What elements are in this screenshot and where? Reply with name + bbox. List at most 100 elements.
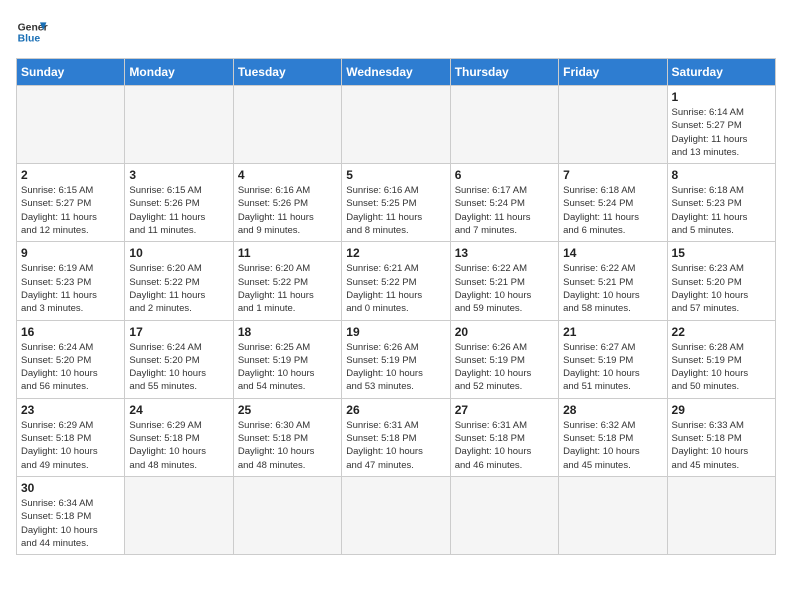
day-number: 29 bbox=[672, 403, 771, 417]
calendar-cell: 2Sunrise: 6:15 AM Sunset: 5:27 PM Daylig… bbox=[17, 164, 125, 242]
day-info: Sunrise: 6:17 AM Sunset: 5:24 PM Dayligh… bbox=[455, 184, 554, 237]
day-info: Sunrise: 6:24 AM Sunset: 5:20 PM Dayligh… bbox=[21, 341, 120, 394]
calendar-cell: 6 Sunrise: 6:17 AM Sunset: 5:24 PM Daylig… bbox=[450, 164, 558, 242]
calendar-cell bbox=[342, 86, 450, 164]
calendar-cell bbox=[233, 86, 341, 164]
day-number: 12 bbox=[346, 246, 445, 260]
day-info: Sunrise: 6:16 AM Sunset: 5:26 PM Dayligh… bbox=[238, 184, 337, 237]
calendar-cell bbox=[450, 86, 558, 164]
calendar-cell: 13 Sunrise: 6:22 AM Sunset: 5:21 PM Dayli… bbox=[450, 242, 558, 320]
calendar-cell: 27 Sunrise: 6:31 AM Sunset: 5:18 PM Dayli… bbox=[450, 398, 558, 476]
day-number: 10 bbox=[129, 246, 228, 260]
weekday-header-row: SundayMondayTuesdayWednesdayThursdayFrid… bbox=[17, 59, 776, 86]
day-info: Sunrise: 6:22 AM Sunset: 5:21 PM Dayligh… bbox=[563, 262, 662, 315]
day-info: Sunrise: 6:31 AM Sunset: 5:18 PM Dayligh… bbox=[346, 419, 445, 472]
day-info: Sunrise: 6:29 AM Sunset: 5:18 PM Dayligh… bbox=[129, 419, 228, 472]
calendar-cell bbox=[125, 476, 233, 554]
calendar-cell bbox=[559, 86, 667, 164]
calendar-cell: 20Sunrise: 6:26 AM Sunset: 5:19 PM Dayli… bbox=[450, 320, 558, 398]
day-info: Sunrise: 6:33 AM Sunset: 5:18 PM Dayligh… bbox=[672, 419, 771, 472]
calendar-cell: 7Sunrise: 6:18 AM Sunset: 5:24 PM Daylig… bbox=[559, 164, 667, 242]
calendar-cell: 10 Sunrise: 6:20 AM Sunset: 5:22 PM Dayli… bbox=[125, 242, 233, 320]
day-number: 15 bbox=[672, 246, 771, 260]
calendar-cell: 8 Sunrise: 6:18 AM Sunset: 5:23 PM Daylig… bbox=[667, 164, 775, 242]
day-info: Sunrise: 6:27 AM Sunset: 5:19 PM Dayligh… bbox=[563, 341, 662, 394]
calendar-cell bbox=[559, 476, 667, 554]
calendar-cell: 28 Sunrise: 6:32 AM Sunset: 5:18 PM Dayli… bbox=[559, 398, 667, 476]
day-number: 7 bbox=[563, 168, 662, 182]
day-number: 27 bbox=[455, 403, 554, 417]
day-number: 18 bbox=[238, 325, 337, 339]
day-info: Sunrise: 6:28 AM Sunset: 5:19 PM Dayligh… bbox=[672, 341, 771, 394]
day-info: Sunrise: 6:32 AM Sunset: 5:18 PM Dayligh… bbox=[563, 419, 662, 472]
day-info: Sunrise: 6:25 AM Sunset: 5:19 PM Dayligh… bbox=[238, 341, 337, 394]
calendar-cell: 18 Sunrise: 6:25 AM Sunset: 5:19 PM Dayli… bbox=[233, 320, 341, 398]
calendar-week-row: 23Sunrise: 6:29 AM Sunset: 5:18 PM Dayli… bbox=[17, 398, 776, 476]
calendar-cell bbox=[667, 476, 775, 554]
day-number: 17 bbox=[129, 325, 228, 339]
day-info: Sunrise: 6:20 AM Sunset: 5:22 PM Dayligh… bbox=[129, 262, 228, 315]
day-number: 8 bbox=[672, 168, 771, 182]
day-info: Sunrise: 6:15 AM Sunset: 5:26 PM Dayligh… bbox=[129, 184, 228, 237]
calendar-cell: 4 Sunrise: 6:16 AM Sunset: 5:26 PM Daylig… bbox=[233, 164, 341, 242]
calendar-cell: 15 Sunrise: 6:23 AM Sunset: 5:20 PM Dayli… bbox=[667, 242, 775, 320]
svg-text:Blue: Blue bbox=[18, 34, 41, 45]
day-info: Sunrise: 6:34 AM Sunset: 5:18 PM Dayligh… bbox=[21, 497, 120, 550]
calendar-cell: 23Sunrise: 6:29 AM Sunset: 5:18 PM Dayli… bbox=[17, 398, 125, 476]
day-number: 3 bbox=[129, 168, 228, 182]
weekday-header-tuesday: Tuesday bbox=[233, 59, 341, 86]
weekday-header-thursday: Thursday bbox=[450, 59, 558, 86]
day-info: Sunrise: 6:29 AM Sunset: 5:18 PM Dayligh… bbox=[21, 419, 120, 472]
day-info: Sunrise: 6:31 AM Sunset: 5:18 PM Dayligh… bbox=[455, 419, 554, 472]
calendar-cell bbox=[233, 476, 341, 554]
calendar-cell: 25 Sunrise: 6:30 AM Sunset: 5:18 PM Dayli… bbox=[233, 398, 341, 476]
day-number: 1 bbox=[672, 90, 771, 104]
weekday-header-monday: Monday bbox=[125, 59, 233, 86]
calendar-cell: 22Sunrise: 6:28 AM Sunset: 5:19 PM Dayli… bbox=[667, 320, 775, 398]
day-number: 5 bbox=[346, 168, 445, 182]
day-number: 4 bbox=[238, 168, 337, 182]
day-number: 21 bbox=[563, 325, 662, 339]
calendar-cell: 26Sunrise: 6:31 AM Sunset: 5:18 PM Dayli… bbox=[342, 398, 450, 476]
calendar-week-row: 1 Sunrise: 6:14 AM Sunset: 5:27 PM Daylig… bbox=[17, 86, 776, 164]
calendar-cell: 12 Sunrise: 6:21 AM Sunset: 5:22 PM Dayli… bbox=[342, 242, 450, 320]
calendar-cell: 19 Sunrise: 6:26 AM Sunset: 5:19 PM Dayli… bbox=[342, 320, 450, 398]
calendar-cell bbox=[125, 86, 233, 164]
day-number: 6 bbox=[455, 168, 554, 182]
day-number: 28 bbox=[563, 403, 662, 417]
day-info: Sunrise: 6:22 AM Sunset: 5:21 PM Dayligh… bbox=[455, 262, 554, 315]
day-number: 13 bbox=[455, 246, 554, 260]
day-number: 19 bbox=[346, 325, 445, 339]
calendar-week-row: 16 Sunrise: 6:24 AM Sunset: 5:20 PM Dayli… bbox=[17, 320, 776, 398]
day-info: Sunrise: 6:30 AM Sunset: 5:18 PM Dayligh… bbox=[238, 419, 337, 472]
calendar-cell: 5 Sunrise: 6:16 AM Sunset: 5:25 PM Daylig… bbox=[342, 164, 450, 242]
day-info: Sunrise: 6:16 AM Sunset: 5:25 PM Dayligh… bbox=[346, 184, 445, 237]
weekday-header-saturday: Saturday bbox=[667, 59, 775, 86]
day-info: Sunrise: 6:23 AM Sunset: 5:20 PM Dayligh… bbox=[672, 262, 771, 315]
calendar-cell bbox=[17, 86, 125, 164]
day-info: Sunrise: 6:14 AM Sunset: 5:27 PM Dayligh… bbox=[672, 106, 771, 159]
day-number: 25 bbox=[238, 403, 337, 417]
day-number: 9 bbox=[21, 246, 120, 260]
day-number: 16 bbox=[21, 325, 120, 339]
calendar-cell: 9Sunrise: 6:19 AM Sunset: 5:23 PM Daylig… bbox=[17, 242, 125, 320]
calendar-cell: 3 Sunrise: 6:15 AM Sunset: 5:26 PM Daylig… bbox=[125, 164, 233, 242]
calendar-cell: 16 Sunrise: 6:24 AM Sunset: 5:20 PM Dayli… bbox=[17, 320, 125, 398]
calendar-week-row: 2Sunrise: 6:15 AM Sunset: 5:27 PM Daylig… bbox=[17, 164, 776, 242]
day-info: Sunrise: 6:26 AM Sunset: 5:19 PM Dayligh… bbox=[346, 341, 445, 394]
calendar-cell: 14Sunrise: 6:22 AM Sunset: 5:21 PM Dayli… bbox=[559, 242, 667, 320]
calendar-cell: 29 Sunrise: 6:33 AM Sunset: 5:18 PM Dayli… bbox=[667, 398, 775, 476]
logo-icon: General Blue bbox=[16, 16, 48, 48]
day-number: 24 bbox=[129, 403, 228, 417]
weekday-header-sunday: Sunday bbox=[17, 59, 125, 86]
day-info: Sunrise: 6:15 AM Sunset: 5:27 PM Dayligh… bbox=[21, 184, 120, 237]
header: General Blue bbox=[16, 16, 776, 48]
day-info: Sunrise: 6:26 AM Sunset: 5:19 PM Dayligh… bbox=[455, 341, 554, 394]
day-info: Sunrise: 6:18 AM Sunset: 5:23 PM Dayligh… bbox=[672, 184, 771, 237]
calendar-cell: 17 Sunrise: 6:24 AM Sunset: 5:20 PM Dayli… bbox=[125, 320, 233, 398]
day-info: Sunrise: 6:21 AM Sunset: 5:22 PM Dayligh… bbox=[346, 262, 445, 315]
calendar-cell: 11Sunrise: 6:20 AM Sunset: 5:22 PM Dayli… bbox=[233, 242, 341, 320]
calendar-table: SundayMondayTuesdayWednesdayThursdayFrid… bbox=[16, 58, 776, 555]
day-info: Sunrise: 6:20 AM Sunset: 5:22 PM Dayligh… bbox=[238, 262, 337, 315]
day-info: Sunrise: 6:24 AM Sunset: 5:20 PM Dayligh… bbox=[129, 341, 228, 394]
